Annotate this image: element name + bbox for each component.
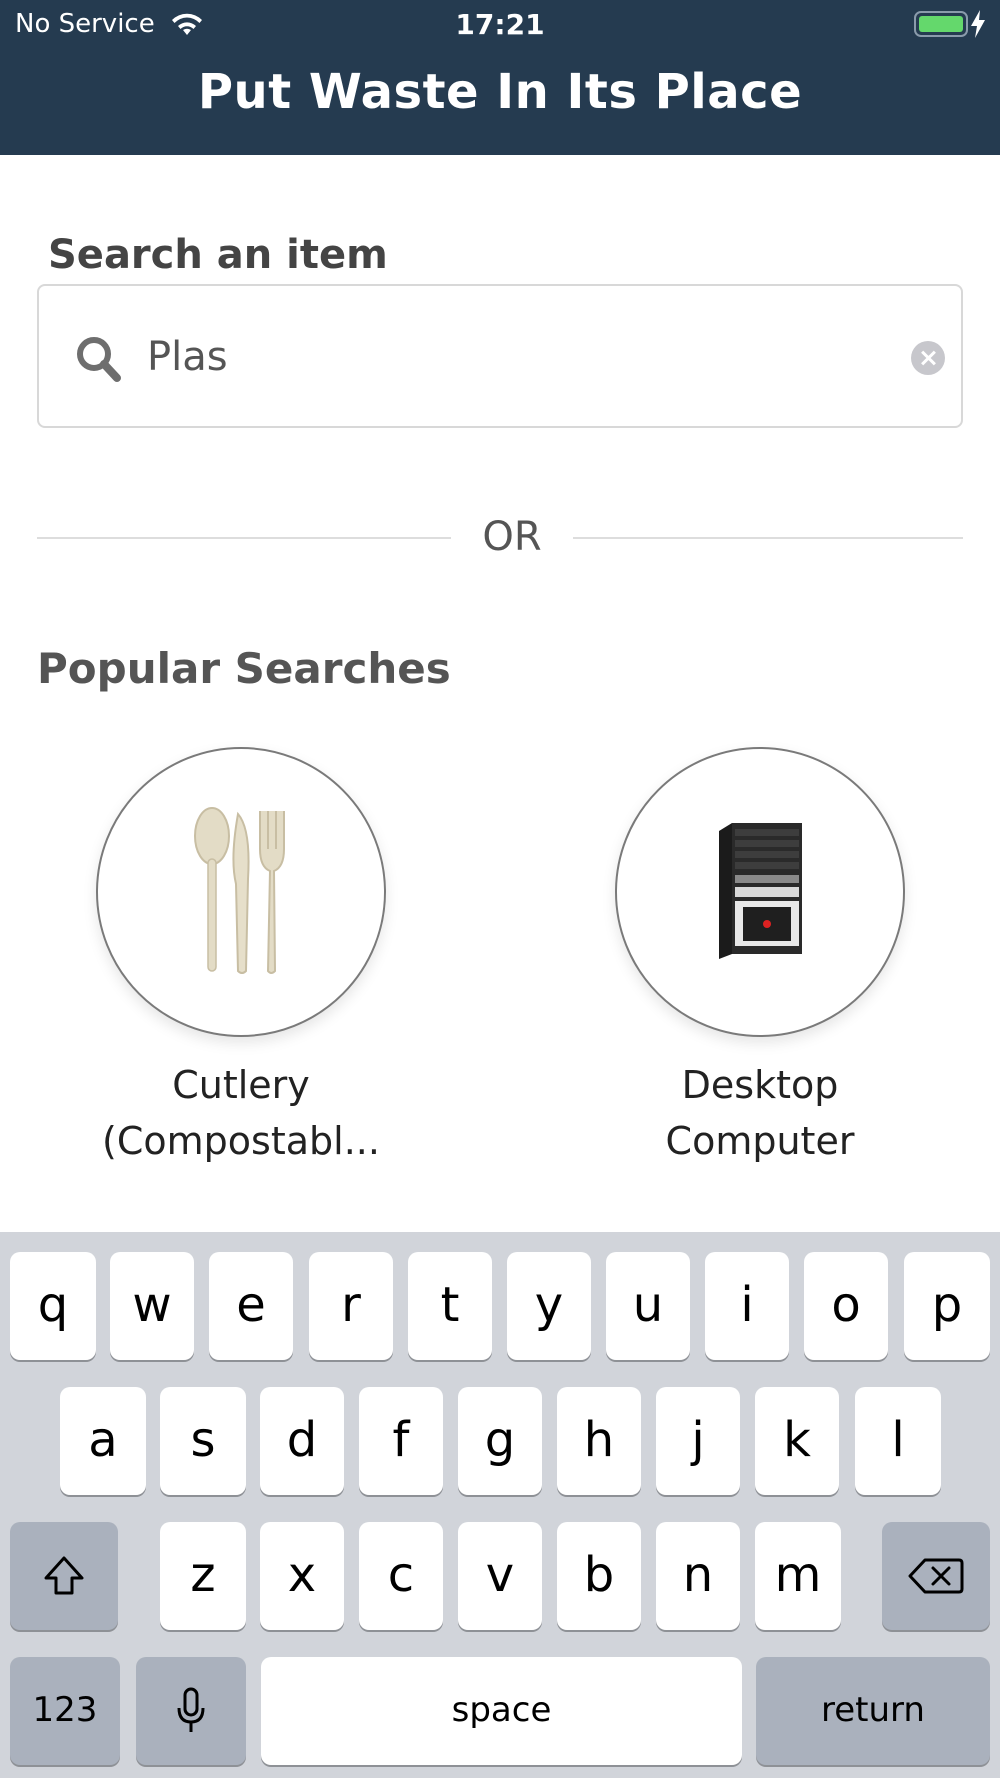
popular-item-label-line2: Computer bbox=[665, 1119, 855, 1163]
return-key[interactable]: return bbox=[756, 1657, 990, 1765]
search-input[interactable]: Plas bbox=[37, 284, 963, 428]
popular-item-label: Desktop Computer bbox=[555, 1057, 965, 1169]
battery-icon bbox=[914, 10, 970, 38]
key-h[interactable]: h bbox=[557, 1387, 641, 1495]
key-g[interactable]: g bbox=[458, 1387, 542, 1495]
microphone-icon bbox=[177, 1687, 205, 1732]
key-o[interactable]: o bbox=[804, 1252, 888, 1360]
popular-searches-title: Popular Searches bbox=[37, 644, 451, 693]
key-a[interactable]: a bbox=[60, 1387, 146, 1495]
key-y[interactable]: y bbox=[507, 1252, 591, 1360]
key-m[interactable]: m bbox=[755, 1522, 841, 1630]
key-s[interactable]: s bbox=[160, 1387, 246, 1495]
delete-key[interactable] bbox=[882, 1522, 990, 1630]
key-d[interactable]: d bbox=[260, 1387, 344, 1495]
key-r[interactable]: r bbox=[309, 1252, 393, 1360]
popular-item-label: Cutlery (Compostabl... bbox=[36, 1057, 446, 1169]
popular-item-label-line1: Desktop bbox=[681, 1063, 839, 1107]
shift-key[interactable] bbox=[10, 1522, 118, 1630]
backspace-icon bbox=[908, 1558, 964, 1594]
key-c[interactable]: c bbox=[359, 1522, 443, 1630]
charging-bolt-icon bbox=[971, 10, 985, 38]
key-n[interactable]: n bbox=[656, 1522, 740, 1630]
divider-line-right bbox=[573, 537, 963, 539]
dictation-key[interactable] bbox=[136, 1657, 246, 1765]
key-w[interactable]: w bbox=[110, 1252, 194, 1360]
cutlery-image[interactable] bbox=[96, 747, 386, 1037]
key-q[interactable]: q bbox=[10, 1252, 96, 1360]
key-p[interactable]: p bbox=[904, 1252, 990, 1360]
key-e[interactable]: e bbox=[209, 1252, 293, 1360]
cutlery-icon bbox=[194, 807, 285, 974]
key-z[interactable]: z bbox=[160, 1522, 246, 1630]
popular-item-label-line2: (Compostabl... bbox=[102, 1119, 380, 1163]
search-input-value[interactable]: Plas bbox=[147, 334, 228, 380]
key-j[interactable]: j bbox=[656, 1387, 740, 1495]
key-x[interactable]: x bbox=[260, 1522, 344, 1630]
divider-line-left bbox=[37, 537, 451, 539]
key-u[interactable]: u bbox=[606, 1252, 690, 1360]
key-t[interactable]: t bbox=[408, 1252, 492, 1360]
status-bar: No Service 17:21 bbox=[0, 0, 1000, 50]
shift-arrow-icon bbox=[44, 1556, 84, 1595]
key-l[interactable]: l bbox=[855, 1387, 941, 1495]
key-v[interactable]: v bbox=[458, 1522, 542, 1630]
key-b[interactable]: b bbox=[557, 1522, 641, 1630]
app-header: No Service 17:21 Put Waste In Its Place bbox=[0, 0, 1000, 155]
on-screen-keyboard: q w e r t y u i o p a s d f g h j k l z … bbox=[0, 1232, 1000, 1778]
popular-item-cutlery[interactable]: Cutlery (Compostabl... bbox=[96, 747, 386, 1163]
space-key[interactable]: space bbox=[261, 1657, 742, 1765]
popular-item-label-line1: Cutlery bbox=[172, 1063, 310, 1107]
desktop-tower-icon bbox=[719, 823, 802, 959]
search-label: Search an item bbox=[48, 232, 388, 278]
page-title: Put Waste In Its Place bbox=[197, 64, 803, 120]
desktop-computer-image[interactable] bbox=[615, 747, 905, 1037]
search-icon bbox=[77, 337, 121, 382]
or-divider-text: OR bbox=[482, 514, 542, 560]
numbers-key[interactable]: 123 bbox=[10, 1657, 120, 1765]
key-k[interactable]: k bbox=[755, 1387, 839, 1495]
key-i[interactable]: i bbox=[705, 1252, 789, 1360]
key-f[interactable]: f bbox=[359, 1387, 443, 1495]
popular-item-desktop-computer[interactable]: Desktop Computer bbox=[615, 747, 905, 1163]
clear-search-icon[interactable] bbox=[911, 341, 945, 375]
status-time: 17:21 bbox=[455, 8, 545, 41]
